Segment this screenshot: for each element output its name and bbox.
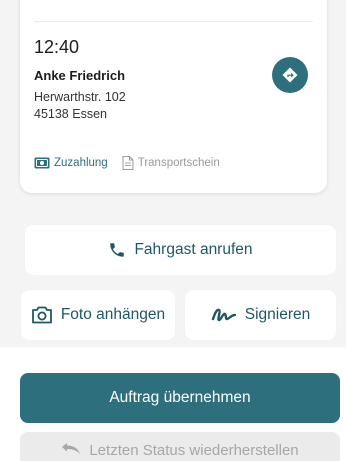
call-passenger-label: Fahrgast anrufen [134,241,253,258]
passenger-name: Anke Friedrich [34,68,126,83]
accept-order-button[interactable]: Auftrag übernehmen [20,373,340,423]
undo-icon [61,442,81,456]
restore-status-button[interactable]: Letzten Status wiederherstellen [20,432,340,461]
ride-card: 12:40 Anke Friedrich Herwarthstr. 102 45… [20,0,327,193]
signature-icon [211,307,237,323]
call-passenger-button[interactable]: Fahrgast anrufen [25,225,336,275]
document-icon [122,156,134,170]
address-city: 45138 Essen [34,107,107,121]
pickup-time: 12:40 [34,37,80,57]
sign-button[interactable]: Signieren [185,290,336,340]
phone-icon [108,241,126,259]
tag-copayment[interactable]: Zuzahlung [34,157,108,169]
tag-copayment-label: Zuzahlung [54,157,108,169]
tag-transport-certificate[interactable]: Transportschein [122,156,220,170]
tag-transport-certificate-label: Transportschein [137,157,220,169]
sign-label: Signieren [244,306,311,323]
ride-tags: Zuzahlung Transportschein [34,156,220,170]
directions-icon [281,66,299,84]
attach-photo-label: Foto anhängen [60,306,166,323]
address-street: Herwarthstr. 102 [34,90,126,104]
card-divider [34,21,313,22]
camera-icon [31,306,53,324]
ride-detail-area: 12:40 Anke Friedrich Herwarthstr. 102 45… [0,0,346,347]
restore-status-label: Letzten Status wiederherstellen [89,442,299,459]
navigate-button[interactable] [272,57,308,93]
attach-photo-button[interactable]: Foto anhängen [21,290,175,340]
cash-icon [34,157,50,169]
